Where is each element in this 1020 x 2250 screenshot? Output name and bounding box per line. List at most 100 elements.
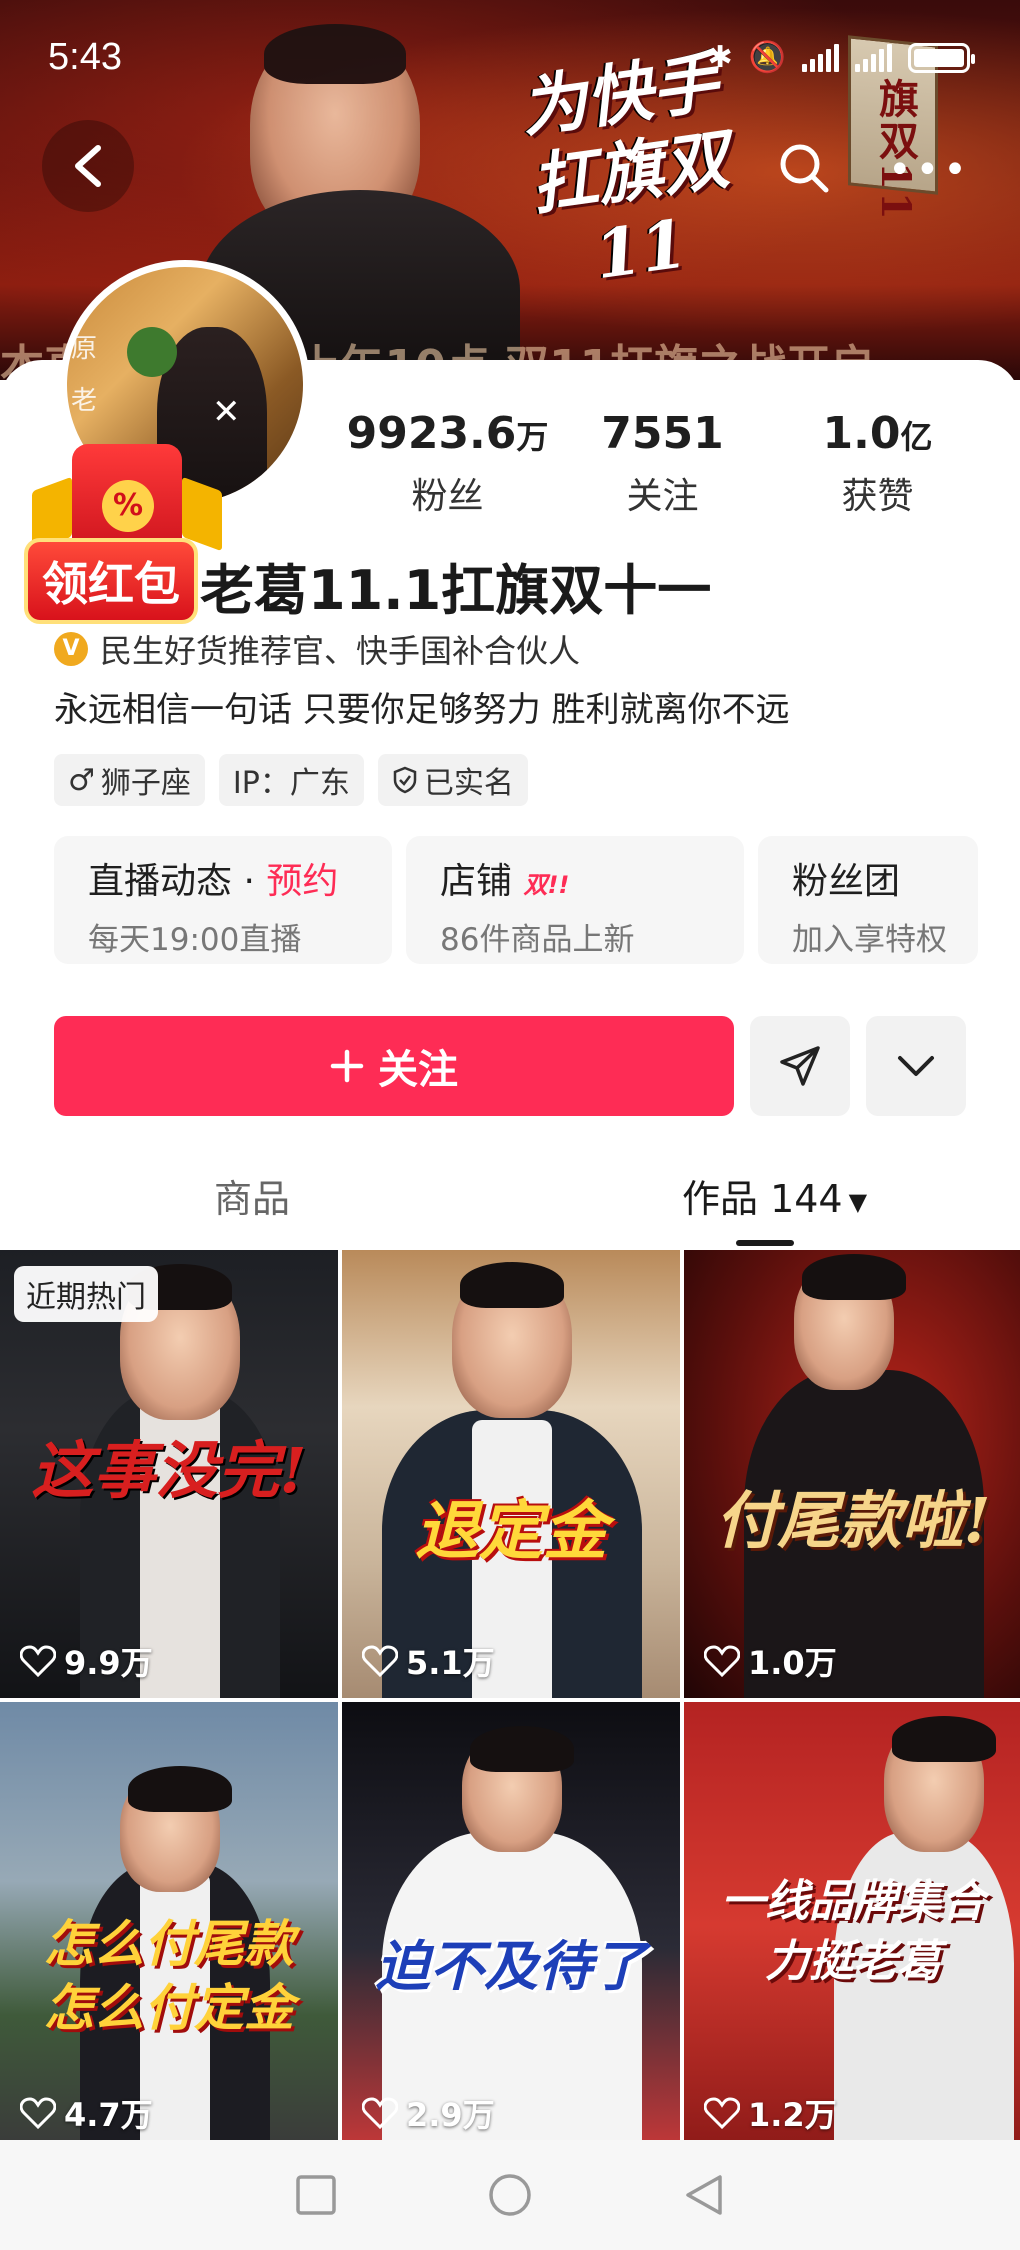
likes-count: 1.2万 — [704, 2090, 837, 2136]
stat-value: 9923.6 — [346, 408, 517, 459]
verification-text: 民生好货推荐官、快手国补合伙人 — [100, 632, 581, 670]
tag-text: IP：广东 — [232, 766, 350, 801]
more-icon[interactable]: ••• — [888, 150, 968, 190]
stat-label: 关注 — [626, 476, 699, 517]
recent-apps-icon[interactable] — [294, 2173, 338, 2217]
stat-label: 粉丝 — [411, 476, 484, 517]
thumb-face — [884, 1716, 996, 1852]
shop-badge: 双!! — [523, 871, 570, 899]
tab-goods[interactable]: 商品 — [214, 1168, 290, 1223]
likes-value: 2.9万 — [406, 2096, 495, 2134]
video-thumbnail[interactable]: 怎么付尾款 怎么付定金 4.7万 — [0, 1702, 338, 2150]
follow-button[interactable]: 关注 — [54, 1016, 734, 1116]
video-thumbnail[interactable]: 退定金 5.1万 — [342, 1250, 680, 1698]
likes-count: 2.9万 — [362, 2090, 495, 2136]
tile-live[interactable]: 直播动态 · 预约 每天19:00直播 — [54, 836, 392, 964]
close-icon[interactable]: ✕ — [212, 392, 241, 432]
stat-label: 获赞 — [841, 476, 914, 517]
signal-icon — [802, 43, 839, 72]
tab-works-label: 作品 144 — [682, 1177, 843, 1221]
stat-following[interactable]: 7551 关注 — [555, 408, 770, 519]
red-packet-label: 领红包 — [24, 538, 198, 624]
likes-count: 4.7万 — [20, 2090, 153, 2136]
thumb-face — [120, 1766, 232, 1892]
stat-value: 7551 — [601, 408, 724, 459]
tile-sub: 加入享特权 — [792, 922, 947, 958]
plus-icon — [330, 1049, 364, 1083]
male-icon: ♂ — [68, 762, 95, 798]
thumb-caption: 一线品牌集合 力挺老葛 — [721, 1876, 985, 1987]
heart-icon — [20, 1645, 56, 1677]
thumb-caption: 这事没完! — [31, 1434, 307, 1507]
shield-icon — [393, 766, 417, 794]
feature-tiles: 直播动态 · 预约 每天19:00直播 店铺 双!! 86件商品上新 粉丝团 加… — [54, 836, 978, 964]
likes-value: 1.0万 — [748, 1644, 837, 1682]
tile-sub: 86件商品上新 — [440, 922, 635, 958]
caret-down-icon: ▼ — [848, 1187, 868, 1216]
status-bar: 5:43 ✱ 🔕 — [0, 0, 1020, 120]
battery-icon — [908, 42, 975, 73]
back-nav-icon[interactable] — [682, 2173, 726, 2217]
thumb-face — [794, 1254, 906, 1390]
avatar-text: 原 老 — [71, 334, 98, 416]
stat-unit: 万 — [516, 418, 549, 456]
tag-zodiac: ♂ 狮子座 — [54, 754, 205, 806]
profile-bio: 永远相信一句话 只要你足够努力 胜利就离你不远 — [54, 690, 790, 730]
likes-count: 9.9万 — [20, 1638, 153, 1684]
tag-text: 狮子座 — [100, 766, 191, 801]
status-icons: ✱ 🔕 — [707, 40, 975, 75]
tag-real-name: 已实名 — [377, 754, 528, 806]
video-thumbnail[interactable]: 付尾款啦! 1.0万 — [684, 1250, 1020, 1698]
back-icon — [75, 145, 101, 187]
video-thumbnail[interactable]: 近期热门 这事没完! 9.9万 — [0, 1250, 338, 1698]
tile-title: 直播动态 — [88, 861, 233, 902]
hot-badge: 近期热门 — [14, 1266, 158, 1322]
likes-count: 1.0万 — [704, 1638, 837, 1684]
tag-text: 已实名 — [423, 766, 514, 801]
system-nav-bar — [0, 2140, 1020, 2250]
stat-likes[interactable]: 1.0亿 获赞 — [770, 408, 985, 519]
home-icon[interactable] — [487, 2172, 533, 2218]
red-packet-coin: % — [102, 480, 154, 532]
likes-value: 1.2万 — [748, 2096, 837, 2134]
thumb-face — [452, 1262, 572, 1418]
tag-ip: IP：广东 — [218, 754, 364, 806]
video-thumbnail[interactable]: 迫不及待了 2.9万 — [342, 1702, 680, 2150]
follow-label: 关注 — [378, 1047, 458, 1093]
heart-icon — [362, 1645, 398, 1677]
search-icon[interactable] — [774, 138, 834, 198]
tile-accent: 预约 — [266, 861, 339, 902]
back-button[interactable] — [42, 120, 134, 212]
tile-sep: · — [232, 861, 267, 902]
verification-row: V 民生好货推荐官、快手国补合伙人 — [54, 626, 580, 672]
action-row: 关注 — [54, 1016, 966, 1116]
likes-value: 5.1万 — [406, 1644, 495, 1682]
tab-works[interactable]: 作品 144 ▼ — [682, 1168, 867, 1223]
heart-icon — [704, 2097, 740, 2129]
expand-button[interactable] — [866, 1016, 966, 1116]
thumb-caption: 退定金 — [415, 1494, 607, 1569]
red-packet-widget[interactable]: % 领红包 — [10, 430, 230, 624]
thumb-face — [462, 1726, 574, 1852]
bluetooth-icon: ✱ — [707, 40, 733, 75]
stat-followers[interactable]: 9923.6万 粉丝 — [340, 408, 555, 519]
heart-icon — [362, 2097, 398, 2129]
tile-title: 店铺 — [440, 861, 513, 902]
tile-fans[interactable]: 粉丝团 加入享特权 — [758, 836, 978, 964]
profile-name: 老葛11.1扛旗双十一 — [200, 559, 712, 622]
verified-badge-icon: V — [54, 632, 88, 666]
video-grid: 近期热门 这事没完! 9.9万 退定金 5.1万 付尾款啦! 1.0万 怎么付尾… — [0, 1250, 1020, 2150]
tab-indicator — [736, 1240, 794, 1246]
tile-title: 粉丝团 — [792, 861, 901, 902]
status-time: 5:43 — [48, 36, 122, 78]
thumb-caption: 付尾款啦! — [715, 1484, 991, 1557]
likes-value: 4.7万 — [64, 2096, 153, 2134]
signal-icon-2 — [855, 43, 892, 72]
mute-icon: 🔕 — [748, 40, 786, 75]
tile-shop[interactable]: 店铺 双!! 86件商品上新 — [406, 836, 744, 964]
video-thumbnail[interactable]: 一线品牌集合 力挺老葛 1.2万 — [684, 1702, 1020, 2150]
content-tabs: 商品 作品 144 ▼ — [0, 1160, 1020, 1250]
likes-count: 5.1万 — [362, 1638, 495, 1684]
share-icon — [780, 1046, 820, 1086]
share-button[interactable] — [750, 1016, 850, 1116]
